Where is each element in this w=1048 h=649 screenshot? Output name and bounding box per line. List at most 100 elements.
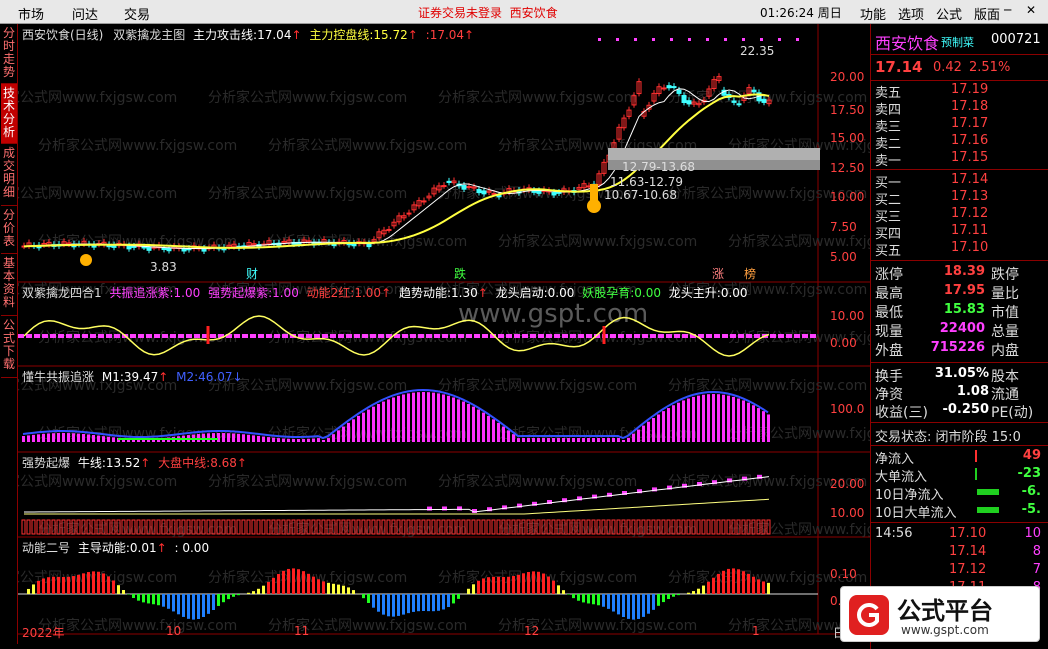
menu-trade[interactable]: 交易 [124, 4, 150, 23]
candle-body [481, 190, 487, 195]
flow-bar [977, 507, 999, 513]
panel4-title: 强势起爆 牛线:13.52↑ 大盘中线:8.68↑ [22, 456, 247, 470]
m1-bar [102, 436, 105, 442]
vol-bar [486, 519, 491, 535]
tab-intraday[interactable]: 分时走势 [1, 24, 17, 84]
vol-bar [261, 519, 266, 535]
momentum-bar [42, 578, 45, 594]
event-zhang: 涨 [712, 267, 725, 281]
m1-bar [577, 438, 580, 442]
stock-tag[interactable]: 预制菜 [941, 34, 974, 50]
close-icon[interactable]: ✕ [1026, 3, 1036, 17]
m1-bar [257, 435, 260, 442]
momentum-bar [67, 576, 70, 594]
momentum-bar [687, 592, 690, 594]
momentum-bar [27, 588, 30, 594]
momentum-bar [472, 584, 475, 594]
momentum-bar [167, 594, 170, 609]
momentum-bar [92, 571, 95, 594]
m1-bar [537, 438, 540, 442]
m1-bar [362, 412, 365, 442]
momentum-bar [327, 582, 330, 594]
signal-dot [598, 38, 601, 41]
m1-bar [207, 433, 210, 442]
tick-price: 17.14 [949, 544, 987, 559]
momentum-bar [302, 571, 305, 594]
momentum-bar [347, 587, 350, 594]
y-axis-label: 5.00 [830, 250, 857, 264]
tab-technical[interactable]: 技术分析 [1, 84, 17, 144]
momentum-bar [712, 577, 715, 594]
menu-market[interactable]: 市场 [18, 4, 44, 23]
momentum-bar [422, 594, 425, 611]
m1-bar [397, 395, 400, 442]
signal-dot [706, 38, 709, 41]
minimize-icon[interactable]: ─ [1004, 3, 1011, 17]
tab-formula-download[interactable]: 公式下载 [1, 316, 17, 378]
menu-layout[interactable]: 版面 [974, 4, 1000, 23]
momentum-bar [87, 572, 90, 594]
m1-bar [552, 438, 555, 442]
vol-bar [31, 519, 36, 535]
candle-body [166, 247, 172, 252]
y-axis-label: 10.00 [830, 506, 865, 520]
m1-bar [622, 440, 625, 442]
menu-wenda[interactable]: 问达 [72, 4, 98, 23]
menu-options[interactable]: 选项 [898, 4, 924, 23]
box-label-2: 11.63-12.79 [610, 175, 684, 189]
momentum-bar [82, 573, 85, 594]
panel2-title: 双紫擒龙四合1 共振追涨紫:1.00 强势起爆紫:1.00 动能2红:1.00↑… [22, 286, 748, 300]
y-axis-label: 0.00 [830, 336, 857, 350]
m1-bar [52, 433, 55, 442]
momentum-bar [377, 594, 380, 612]
candle-body [146, 246, 152, 251]
momentum-bar [437, 594, 440, 611]
m1-bar [592, 438, 595, 442]
vol-bar [696, 519, 701, 535]
candle-body [556, 191, 562, 194]
momentum-bar [717, 573, 720, 594]
momentum-bar [657, 594, 660, 606]
m1-bar [597, 438, 600, 442]
watermark-text: 分析家公式网www.fxjgsw.com [728, 233, 870, 250]
m1-bar [202, 433, 205, 442]
menu-formula[interactable]: 公式 [936, 4, 962, 23]
chart-area: 分析家公式网www.fxjgsw.com 分析家公式网www.fxjgsw.com… [0, 24, 927, 644]
buy-marker-bar [590, 184, 598, 204]
momentum-bar [337, 584, 340, 594]
momentum-bar [757, 579, 760, 594]
m1-bar [502, 426, 505, 442]
last-price: 17.14 [875, 58, 923, 76]
stock-name: 西安饮食 [875, 34, 940, 53]
momentum-bar [567, 594, 570, 595]
momentum-bar [692, 591, 695, 594]
menu-function[interactable]: 功能 [860, 4, 886, 23]
m1-bar [722, 394, 725, 442]
m1-bar [57, 433, 60, 442]
tab-profile[interactable]: 基本资料 [1, 254, 17, 316]
m1-bar [632, 433, 635, 442]
candle-body [181, 248, 187, 252]
momentum-bar [47, 577, 50, 594]
m1-bar [732, 396, 735, 442]
stat-label: 涨停 [875, 267, 903, 283]
m1-bar [517, 438, 520, 442]
momentum-bar [117, 585, 120, 594]
candle-body [761, 98, 767, 103]
watermark-text: 分析家公式网www.fxjgsw.com [208, 185, 407, 202]
momentum-bar [702, 585, 705, 594]
watermark-text: 分析家公式网www.fxjgsw.com [38, 617, 237, 634]
tab-trades[interactable]: 成交明细 [1, 144, 17, 206]
vol-bar [26, 519, 31, 535]
candle-body [476, 189, 482, 194]
tab-price-table[interactable]: 分价表 [1, 206, 17, 254]
m1-bar [712, 394, 715, 442]
stat-value: 31.05% [934, 366, 989, 381]
m1-bar [692, 396, 695, 442]
bid-price: 17.10 [951, 240, 989, 255]
m1-bar [507, 430, 510, 442]
bid-price: 17.12 [951, 206, 989, 221]
momentum-bar [72, 576, 75, 594]
tick-time: 14:56 [875, 526, 913, 541]
candle-body [676, 89, 682, 94]
